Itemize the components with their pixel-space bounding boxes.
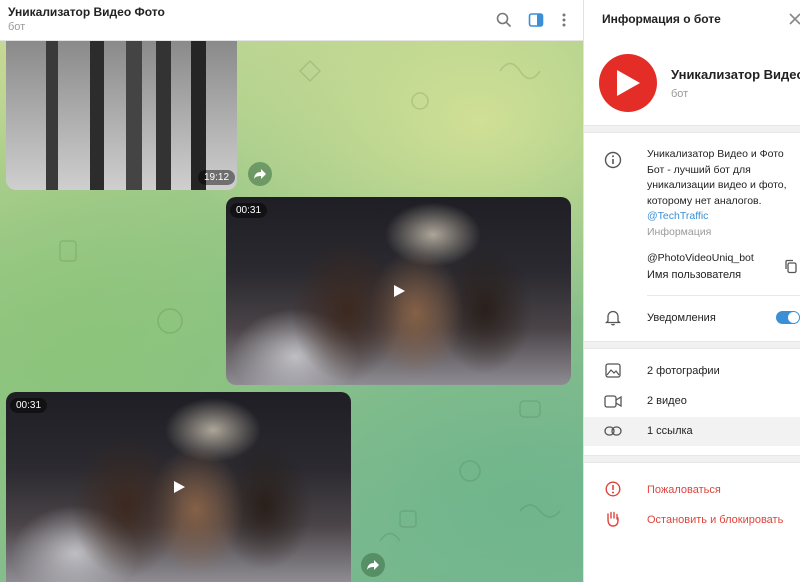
bot-subtitle: бот: [671, 88, 689, 100]
search-icon[interactable]: [494, 10, 514, 30]
chat-area: Уникализатор Видео Фото бот 19:12 00:31 …: [0, 0, 583, 582]
media-item-label: 2 фотографии: [647, 365, 720, 377]
description-caption: Информация: [647, 225, 712, 238]
more-menu-icon[interactable]: [554, 10, 574, 30]
report-label: Пожаловаться: [647, 484, 721, 496]
bot-description: Уникализатор Видео и Фото Бот - лучший б…: [647, 147, 797, 240]
play-icon[interactable]: [392, 284, 406, 298]
description-text: Уникализатор Видео и Фото Бот - лучший б…: [647, 148, 787, 207]
chat-title[interactable]: Уникализатор Видео Фото: [8, 5, 165, 19]
bot-name: Уникализатор Видео Фото: [671, 67, 800, 82]
notifications-label: Уведомления: [647, 312, 716, 324]
close-icon[interactable]: [788, 12, 800, 26]
section-divider: [584, 455, 800, 463]
video-message[interactable]: 00:31: [226, 197, 571, 385]
media-item-label: 1 ссылка: [647, 425, 693, 437]
media-item-label: 2 видео: [647, 395, 687, 407]
chat-header: Уникализатор Видео Фото бот: [0, 0, 583, 41]
section-divider: [584, 341, 800, 349]
video-message[interactable]: 00:31: [6, 392, 351, 582]
description-link[interactable]: @TechTraffic: [647, 209, 797, 225]
sidebar-toggle-icon[interactable]: [526, 10, 546, 30]
photo-message[interactable]: 19:12: [6, 41, 237, 190]
panel-title: Информация о боте: [602, 12, 721, 26]
section-divider: [584, 125, 800, 133]
bell-icon: [605, 310, 621, 326]
username-caption: Имя пользователя: [647, 269, 742, 281]
notifications-toggle[interactable]: [776, 311, 800, 324]
chat-subtitle: бот: [8, 21, 26, 33]
message-time: 19:12: [198, 170, 236, 185]
report-icon: [605, 481, 621, 497]
block-label: Остановить и блокировать: [647, 514, 784, 526]
hand-stop-icon: [607, 511, 619, 527]
play-logo-icon: [617, 70, 640, 96]
row-divider: [647, 295, 800, 296]
bot-info-panel: Информация о боте Уникализатор Видео Фот…: [583, 0, 800, 582]
share-icon[interactable]: [248, 162, 272, 186]
bot-username[interactable]: @PhotoVideoUniq_bot: [647, 252, 754, 264]
image-icon: [605, 363, 621, 378]
info-icon: [604, 151, 622, 169]
play-icon[interactable]: [172, 480, 186, 494]
share-icon[interactable]: [361, 553, 385, 577]
video-duration: 00:31: [230, 203, 268, 218]
bot-avatar[interactable]: [599, 54, 657, 112]
video-duration: 00:31: [10, 398, 48, 413]
video-icon: [604, 395, 622, 408]
copy-icon[interactable]: [784, 259, 798, 274]
link-icon: [604, 426, 622, 436]
